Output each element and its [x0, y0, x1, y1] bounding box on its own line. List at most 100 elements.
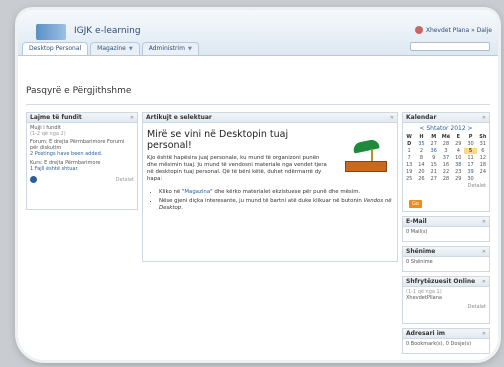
- calendar-day[interactable]: 5: [464, 148, 477, 154]
- bookmarks-count: 0 Bookmark(s), 0 Dosje(s): [406, 341, 472, 347]
- user-area[interactable]: Xhevdet Plana » Dalje: [414, 26, 492, 34]
- panel-header: Shënime ✕: [403, 247, 489, 257]
- tab-administrim[interactable]: Administrim ▼: [141, 42, 199, 55]
- desk-lamp-icon: [341, 138, 389, 173]
- panel-header: Adresari im ✕: [403, 329, 489, 339]
- calendar-day[interactable]: 10: [452, 155, 464, 161]
- close-icon[interactable]: ✕: [482, 115, 486, 121]
- calendar-day[interactable]: 12: [477, 155, 489, 161]
- calendar-grid: W H M Më E P Sh D 35 27 28 29 30 31 1 2 36 3 4 5 6 7 8 9 37 10 11 1…: [403, 134, 489, 182]
- calendar-day[interactable]: 31: [477, 141, 489, 147]
- panel-title: Lajme të fundit: [30, 114, 82, 121]
- calendar-day[interactable]: 21: [428, 169, 440, 175]
- app-logo: [36, 24, 66, 40]
- help-icon[interactable]: [30, 176, 37, 183]
- app-title: IGJK e-learning: [74, 26, 141, 36]
- list-item: Kliko në "Magazina" dhe kërko materialet…: [159, 189, 393, 196]
- screenshot-frame: IGJK e-learning Xhevdet Plana » Dalje De…: [18, 10, 498, 360]
- calendar-day[interactable]: 27: [428, 176, 440, 182]
- email-count: 0 Mail(s): [406, 229, 428, 235]
- magazine-link[interactable]: Magazina: [184, 189, 210, 195]
- user-icon: [414, 26, 423, 34]
- details-link[interactable]: Detalet: [468, 304, 486, 310]
- calendar-day[interactable]: 26: [415, 176, 427, 182]
- calendar-header-cell: H: [419, 134, 424, 140]
- calendar-day[interactable]: 2: [415, 148, 427, 154]
- calendar-day[interactable]: 14: [415, 162, 427, 168]
- tab-desktop-personal[interactable]: Desktop Personal: [22, 42, 89, 55]
- calendar-day[interactable]: 19: [403, 169, 415, 175]
- panel-title: Artikujt e selektuar: [146, 114, 212, 121]
- calendar-day[interactable]: 30: [464, 141, 476, 147]
- panel-title: Shënime: [406, 248, 436, 255]
- close-icon[interactable]: ✕: [482, 219, 486, 225]
- tab-magazine[interactable]: Magazine ▼: [90, 42, 140, 55]
- calendar-day[interactable]: 4: [452, 148, 464, 154]
- chevron-down-icon: ▼: [187, 45, 192, 52]
- details-link[interactable]: Detalet: [116, 177, 134, 183]
- calendar-day[interactable]: 6: [477, 148, 489, 154]
- calendar-day[interactable]: 25: [403, 176, 415, 182]
- close-icon[interactable]: ✕: [390, 115, 394, 121]
- calendar-header-cell: Më: [441, 134, 451, 140]
- calendar-day[interactable]: 27: [428, 141, 440, 147]
- calendar-day[interactable]: 15: [428, 162, 440, 168]
- welcome-paragraph: Kjo është hapësira juaj personale, ku mu…: [147, 155, 327, 182]
- news-item-link[interactable]: 2 Postings have been added.: [30, 151, 134, 157]
- calendar-week-number: 36: [430, 148, 437, 154]
- calendar-day[interactable]: 17: [464, 162, 476, 168]
- close-icon[interactable]: ✕: [482, 279, 486, 285]
- calendar-day[interactable]: 28: [440, 141, 452, 147]
- calendar-day[interactable]: 11: [464, 155, 476, 161]
- calendar-day[interactable]: 28: [440, 176, 452, 182]
- search-input[interactable]: [410, 42, 490, 51]
- close-icon[interactable]: ✕: [482, 331, 486, 337]
- calendar-day[interactable]: 24: [477, 169, 489, 175]
- calendar-day[interactable]: 9: [428, 155, 440, 161]
- calendar-header-cell: Sh: [479, 134, 487, 140]
- calendar-month-nav[interactable]: < Shtator 2012 >: [403, 125, 489, 132]
- close-icon[interactable]: ✕: [482, 249, 486, 255]
- calendar-panel: Kalendar ✕ < Shtator 2012 > W H M Më E P Sh D 35…: [402, 112, 490, 212]
- featured-articles-panel: Artikujt e selektuar ✕ Mirë se vini në D…: [142, 112, 398, 262]
- calendar-week-number: 39: [467, 169, 474, 175]
- notes-panel: Shënime ✕ 0 Shënime: [402, 246, 490, 272]
- calendar-day[interactable]: 18: [477, 162, 489, 168]
- go-button[interactable]: Go: [409, 200, 422, 208]
- top-header: IGJK e-learning Xhevdet Plana » Dalje De…: [18, 10, 498, 56]
- details-link[interactable]: Detalet: [468, 183, 486, 189]
- online-user[interactable]: XhevdetPllana: [406, 295, 486, 301]
- divider: [26, 104, 490, 105]
- calendar-header-cell: W: [406, 134, 412, 140]
- tab-label: Desktop Personal: [29, 45, 82, 52]
- news-item-text: Forum: E drejta Përmbarimore Forumi për …: [30, 139, 125, 151]
- page-title: Pasqyrë e Përgjithshme: [26, 86, 132, 96]
- calendar-day[interactable]: 3: [440, 148, 452, 154]
- news-item-link[interactable]: 1 Fajll është shtuar.: [30, 166, 134, 172]
- news-panel: Lajme të fundit ✕ Mujji i fundit (1-2 që…: [26, 112, 138, 210]
- user-link[interactable]: Xhevdet Plana » Dalje: [426, 27, 492, 34]
- online-users-panel: Shfrytëzuesit Online ✕ (1-1 që nga 1) Xh…: [402, 276, 490, 324]
- calendar-header-cell: M: [431, 134, 437, 140]
- panel-title: Kalendar: [406, 114, 437, 121]
- calendar-day[interactable]: 8: [415, 155, 427, 161]
- close-icon[interactable]: ✕: [130, 115, 134, 121]
- calendar-day[interactable]: 29: [452, 176, 464, 182]
- main-tabs: Desktop Personal Magazine ▼ Administrim …: [22, 42, 199, 55]
- calendar-day[interactable]: 13: [403, 162, 415, 168]
- calendar-day[interactable]: 29: [452, 141, 464, 147]
- panel-header: Lajme të fundit ✕: [27, 113, 137, 123]
- calendar-day[interactable]: 22: [440, 169, 452, 175]
- calendar-header-cell: D: [407, 141, 412, 147]
- tab-label: Magazine: [97, 45, 126, 52]
- calendar-day[interactable]: 16: [440, 162, 452, 168]
- tab-label: Administrim: [148, 45, 185, 52]
- calendar-day[interactable]: 30: [464, 176, 476, 182]
- calendar-day[interactable]: 20: [415, 169, 427, 175]
- calendar-week-number: 38: [455, 162, 462, 168]
- calendar-day[interactable]: 23: [452, 169, 464, 175]
- calendar-day[interactable]: 7: [403, 155, 415, 161]
- welcome-heading: Mirë se vini në Desktopin tuaj personal!: [147, 129, 289, 151]
- calendar-day[interactable]: 1: [403, 148, 415, 154]
- instructions-list: Kliko në "Magazina" dhe kërko materialet…: [147, 189, 393, 212]
